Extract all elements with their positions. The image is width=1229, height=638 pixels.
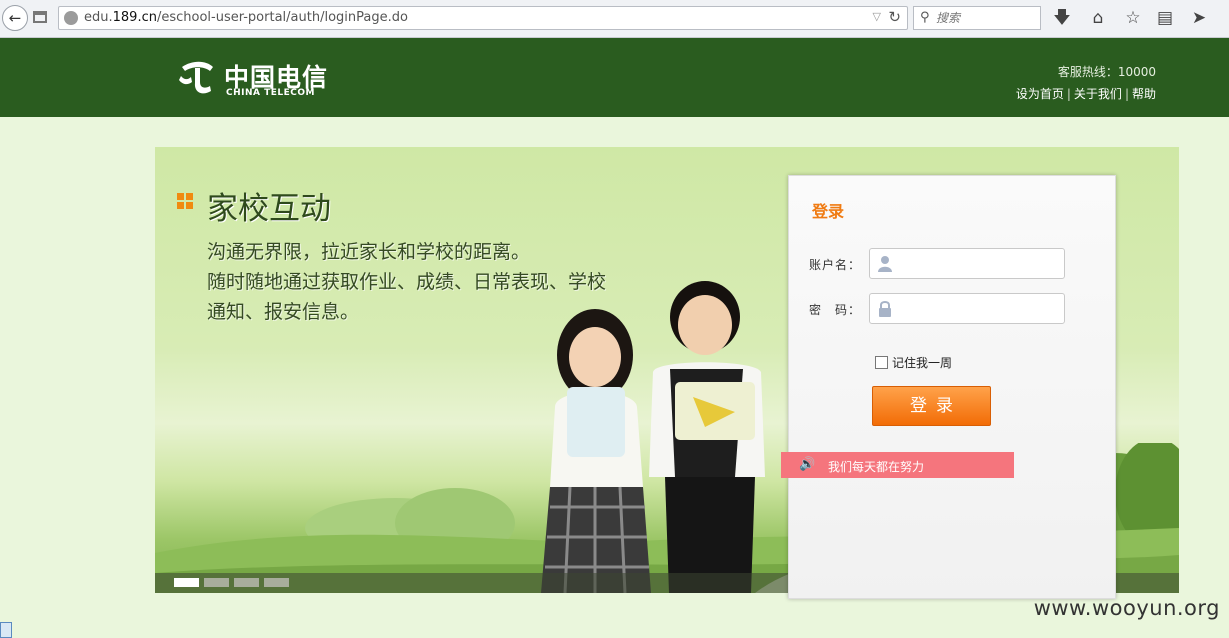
students-photo — [541, 281, 765, 593]
password-input[interactable] — [898, 298, 1058, 320]
url-path: /eschool-user-portal/auth/loginPage.do — [156, 10, 408, 25]
home-icon[interactable]: ⌂ — [1088, 8, 1108, 28]
login-title: 登录 — [812, 202, 845, 221]
login-panel: 登录 账户名： 密 码： 记住我一周 登录 — [788, 175, 1116, 599]
search-icon: ⚲ — [920, 10, 930, 25]
address-bar[interactable]: edu.189.cn/eschool-user-portal/auth/logi… — [58, 6, 908, 30]
about-us-link[interactable]: 关于我们 — [1074, 87, 1122, 101]
site-header: 中国电信 CHINA TELECOM 客服热线：10000 设为首页 | 关于我们 |… — [0, 38, 1229, 117]
remember-checkbox[interactable] — [875, 356, 888, 369]
logo-text-en: CHINA TELECOM — [226, 88, 315, 98]
url-dropdown-icon[interactable]: ▽ — [873, 10, 881, 23]
url-domain: 189.cn — [112, 10, 157, 25]
telecom-logo-icon — [179, 61, 213, 94]
top-links: 设为首页 | 关于我们 | 帮助 — [1016, 85, 1156, 102]
password-label: 密 码： — [809, 303, 862, 317]
watermark: www.wooyun.org — [1033, 596, 1220, 620]
back-arrow-icon[interactable]: ← — [2, 5, 28, 31]
url-text[interactable]: edu.189.cn/eschool-user-portal/auth/logi… — [84, 10, 408, 25]
username-field[interactable] — [869, 248, 1065, 279]
slide-dot-2[interactable] — [204, 578, 229, 587]
lock-icon — [879, 301, 891, 317]
bookmark-star-icon[interactable]: ☆ — [1123, 8, 1143, 28]
globe-icon — [64, 11, 78, 25]
tabs-icon[interactable] — [33, 11, 47, 23]
slide-dot-4[interactable] — [264, 578, 289, 587]
notice-banner: 🔊 我们每天都在努力 — [781, 452, 1014, 478]
reading-list-icon[interactable]: ▤ — [1155, 8, 1175, 28]
url-prefix: edu. — [84, 10, 113, 25]
reload-icon[interactable]: ↻ — [888, 8, 901, 26]
link-separator: | — [1124, 87, 1129, 101]
banner-title: 家校互动 — [207, 191, 331, 227]
login-button[interactable]: 登录 — [872, 386, 991, 426]
username-label: 账户名： — [809, 258, 862, 272]
banner-line: 沟通无界限，拉近家长和学校的距离。 — [207, 241, 531, 263]
help-link[interactable]: 帮助 — [1132, 87, 1156, 101]
download-icon[interactable]: 🡇 — [1052, 8, 1072, 28]
search-box[interactable]: ⚲ — [913, 6, 1041, 30]
banner-line: 通知、报安信息。 — [207, 301, 360, 323]
username-input[interactable] — [898, 253, 1058, 275]
hotline-text: 客服热线：10000 — [1057, 65, 1156, 79]
slide-dot-3[interactable] — [234, 578, 259, 587]
status-icon[interactable] — [0, 622, 12, 638]
remember-label: 记住我一周 — [892, 356, 953, 370]
password-field[interactable] — [869, 293, 1065, 324]
send-icon[interactable]: ➤ — [1189, 8, 1209, 28]
search-input[interactable] — [936, 8, 1036, 28]
set-homepage-link[interactable]: 设为首页 — [1016, 87, 1064, 101]
browser-toolbar: ← edu.189.cn/eschool-user-portal/auth/lo… — [0, 0, 1229, 38]
slide-dot-1[interactable] — [174, 578, 199, 587]
remember-me[interactable]: 记住我一周 — [875, 354, 952, 371]
notice-text: 我们每天都在努力 — [828, 460, 925, 474]
link-separator: | — [1066, 87, 1071, 101]
orange-squares-icon — [177, 193, 193, 209]
speaker-icon: 🔊 — [799, 457, 816, 472]
user-icon — [878, 256, 892, 272]
